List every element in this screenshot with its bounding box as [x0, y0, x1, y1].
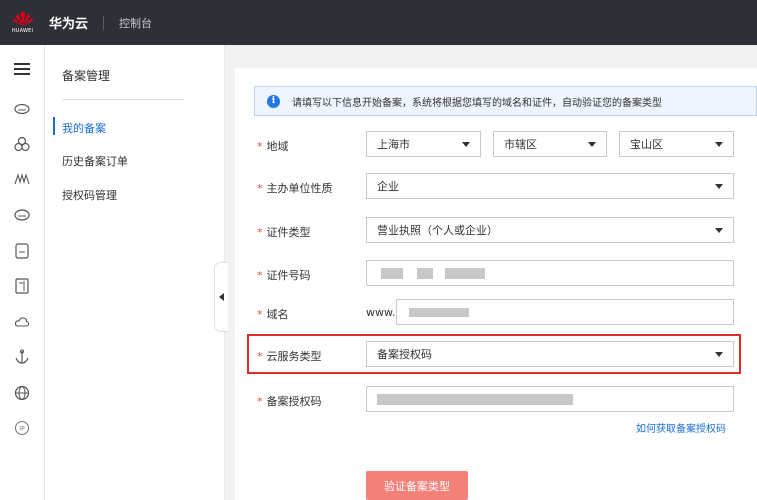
chevron-down-icon — [715, 228, 723, 233]
chevron-down-icon — [588, 142, 596, 147]
district-value: 宝山区 — [630, 138, 663, 151]
info-message: 请填写以下信息开始备案，系统将根据您填写的域名和证件，自动验证您的备案类型 — [292, 97, 662, 109]
cloud-icon[interactable] — [12, 98, 32, 118]
required-mark: * — [257, 182, 263, 195]
domain-input[interactable] — [396, 299, 734, 325]
document-icon[interactable] — [12, 276, 32, 296]
submenu-item-my-filings[interactable]: 我的备案 — [62, 120, 106, 136]
required-mark: * — [257, 269, 263, 282]
console-link[interactable]: 控制台 — [119, 15, 152, 31]
auth-code-label: * 备案授权码 — [257, 393, 322, 409]
province-value: 上海市 — [377, 138, 410, 151]
filing-submenu: 备案管理 我的备案 历史备案订单 授权码管理 — [45, 45, 225, 500]
domain-label-text: 域名 — [266, 308, 289, 321]
info-banner: i 请填写以下信息开始备案，系统将根据您填写的域名和证件，自动验证您的备案类型 — [254, 86, 757, 116]
cluster-icon[interactable] — [12, 134, 32, 154]
chevron-left-icon — [218, 293, 224, 301]
info-icon: i — [267, 94, 280, 108]
service-type-select[interactable]: 备案授权码 — [366, 341, 734, 367]
city-select[interactable]: 市辖区 — [493, 131, 607, 157]
svg-text:IP: IP — [19, 426, 25, 433]
redacted-text — [381, 268, 403, 279]
chevron-down-icon — [715, 142, 723, 147]
cert-type-select[interactable]: 营业执照（个人或企业） — [366, 217, 734, 243]
district-select[interactable]: 宝山区 — [619, 131, 734, 157]
top-navigation-bar: HUAWEI 华为云 控制台 — [0, 0, 757, 45]
collapse-sidebar-handle[interactable] — [214, 262, 228, 332]
globe-icon[interactable] — [12, 383, 32, 403]
terminal-icon[interactable] — [12, 241, 32, 261]
huawei-logo[interactable]: HUAWEI — [0, 0, 45, 45]
required-mark: * — [257, 140, 263, 153]
region-label-text: 地域 — [266, 140, 289, 153]
cloud-outline-icon[interactable] — [12, 312, 32, 332]
service-type-value: 备案授权码 — [377, 348, 432, 361]
cert-number-input[interactable] — [366, 260, 734, 286]
active-indicator — [53, 117, 55, 135]
organizer-value: 企业 — [377, 180, 399, 193]
cert-type-value: 营业执照（个人或企业） — [377, 224, 498, 237]
cert-type-label: * 证件类型 — [257, 224, 311, 240]
redacted-text — [409, 308, 469, 317]
chevron-down-icon — [462, 142, 470, 147]
auth-code-input[interactable] — [366, 386, 734, 412]
anchor-icon[interactable] — [12, 347, 32, 367]
required-mark: * — [257, 350, 263, 363]
service-icon-rail: IP — [0, 45, 45, 500]
header-divider — [103, 15, 105, 30]
region-label: * 地域 — [257, 138, 289, 154]
storage-icon[interactable] — [12, 205, 32, 225]
brand-name[interactable]: 华为云 — [49, 13, 88, 32]
organizer-select[interactable]: 企业 — [366, 173, 734, 199]
submenu-item-auth-code-management[interactable]: 授权码管理 — [62, 187, 117, 203]
submenu-divider — [62, 99, 184, 100]
province-select[interactable]: 上海市 — [366, 131, 481, 157]
city-value: 市辖区 — [504, 138, 537, 151]
organizer-label: * 主办单位性质 — [257, 180, 333, 196]
huawei-petal-icon — [12, 11, 33, 26]
organizer-label-text: 主办单位性质 — [266, 182, 333, 195]
cert-number-label: * 证件号码 — [257, 267, 311, 283]
chevron-down-icon — [715, 184, 723, 189]
auth-code-label-text: 备案授权码 — [266, 395, 322, 408]
domain-label: * 域名 — [257, 306, 289, 322]
domain-prefix: www. — [366, 306, 396, 319]
cert-type-label-text: 证件类型 — [266, 226, 311, 239]
ip-icon[interactable]: IP — [12, 418, 32, 438]
required-mark: * — [257, 226, 263, 239]
cert-number-label-text: 证件号码 — [266, 269, 311, 282]
redacted-text — [445, 268, 485, 279]
submenu-title: 备案管理 — [62, 69, 111, 83]
how-to-get-auth-code-link[interactable]: 如何获取备案授权码 — [636, 420, 726, 435]
verify-filing-type-button[interactable]: 验证备案类型 — [366, 471, 468, 500]
monitor-icon[interactable] — [12, 169, 32, 189]
redacted-text — [377, 394, 573, 405]
menu-icon[interactable] — [12, 59, 32, 79]
chevron-down-icon — [715, 352, 723, 357]
logo-wordmark: HUAWEI — [11, 28, 34, 34]
submenu-item-filing-history[interactable]: 历史备案订单 — [62, 153, 128, 169]
required-mark: * — [257, 308, 263, 321]
required-mark: * — [257, 395, 263, 408]
service-type-label: * 云服务类型 — [257, 348, 322, 364]
service-type-label-text: 云服务类型 — [266, 350, 322, 363]
redacted-text — [417, 268, 433, 279]
